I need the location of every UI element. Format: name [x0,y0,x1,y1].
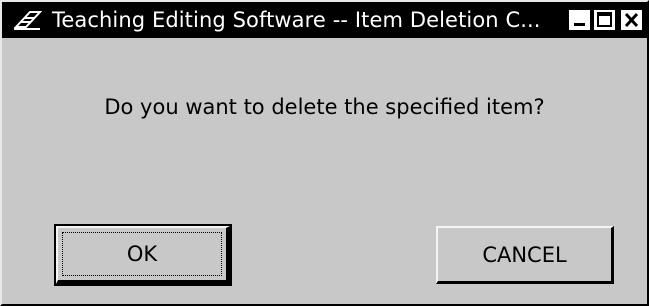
window-title: Teaching Editing Software -- Item Deleti… [52,8,541,32]
close-button[interactable] [621,10,642,30]
minimize-button[interactable] [569,10,590,30]
confirmation-message: Do you want to delete the specified item… [104,95,545,119]
ok-button[interactable]: OK [54,224,232,286]
minimize-icon [574,23,585,26]
confirmation-dialog: Teaching Editing Software -- Item Deleti… [0,0,649,306]
cancel-button-label: CANCEL [482,242,567,267]
title-bar[interactable]: Teaching Editing Software -- Item Deleti… [2,2,647,38]
pencil-eraser-icon[interactable] [10,8,46,32]
maximize-button[interactable] [594,10,615,30]
cancel-button[interactable]: CANCEL [436,226,614,284]
close-icon [624,12,639,28]
maximize-icon [597,12,612,27]
ok-button-label: OK [126,242,158,266]
